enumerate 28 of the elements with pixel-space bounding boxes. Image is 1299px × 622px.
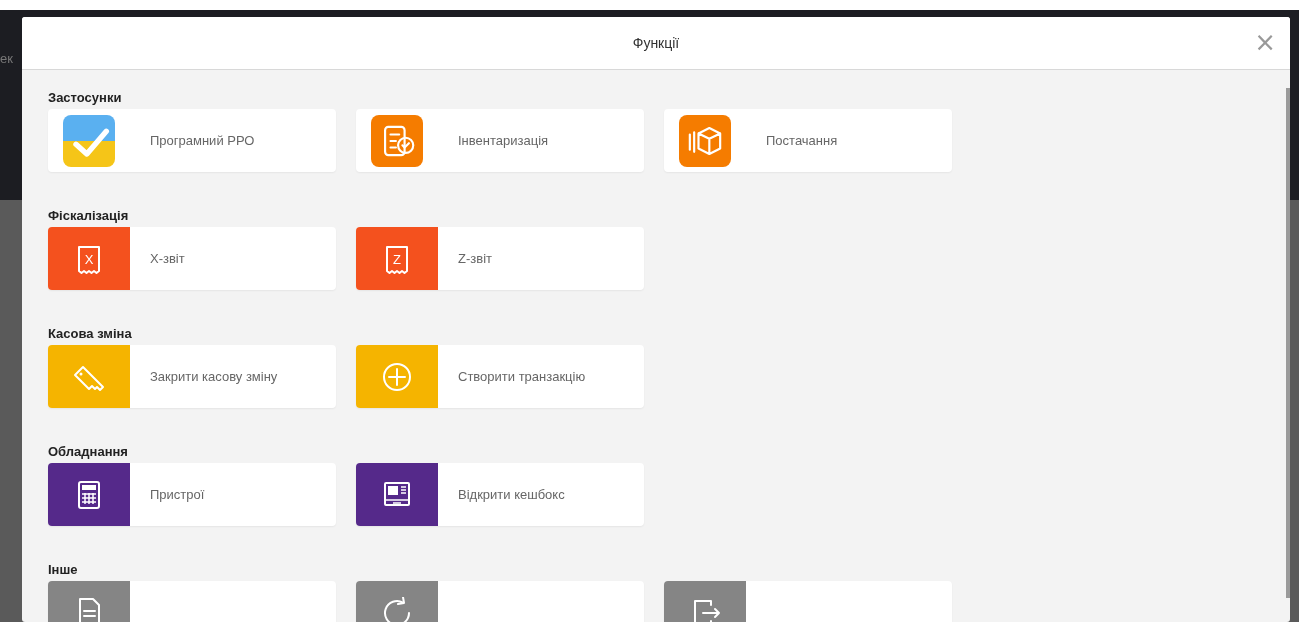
tile-label: Інвентаризація <box>458 132 550 149</box>
section-heading: Інше <box>48 562 79 579</box>
dialog-title: Функції <box>632 35 680 51</box>
scrollbar[interactable] <box>1286 88 1290 598</box>
plus-icon <box>381 360 413 393</box>
section-heading: Застосунки <box>48 90 123 107</box>
tile-label: Створити транзакцію <box>458 368 587 385</box>
function-tile[interactable]: Інвентаризація <box>356 109 644 172</box>
function-tile[interactable]: Створити транзакцію <box>356 345 644 408</box>
section-heading: Обладнання <box>48 444 129 461</box>
tile-label: Закрити касову зміну <box>150 368 279 385</box>
backdrop-text: ек <box>0 51 13 66</box>
tile-label: Z-звіт <box>458 250 493 267</box>
tile-label: Постачання <box>766 132 839 149</box>
function-tile[interactable]: Z Z-звіт <box>356 227 644 290</box>
tile-label: Пристрої <box>150 486 206 503</box>
section-heading: Касова зміна <box>48 326 133 343</box>
refresh-icon <box>381 596 413 622</box>
tile-label: Програмний РРО <box>150 132 256 149</box>
tile-label: X-звіт <box>150 250 186 267</box>
function-tile[interactable]: X X-звіт <box>48 227 336 290</box>
function-tile[interactable]: Постачання <box>664 109 952 172</box>
function-tile[interactable]: Програмний РРО <box>48 109 336 172</box>
section-heading: Фіскалізація <box>48 208 130 225</box>
function-tile[interactable]: Закрити касову зміну <box>48 345 336 408</box>
function-tile[interactable]: Відкрити кешбокс <box>356 463 644 526</box>
function-tile[interactable]: Пристрої <box>48 463 336 526</box>
tile-label: Відкрити кешбокс <box>458 486 566 503</box>
